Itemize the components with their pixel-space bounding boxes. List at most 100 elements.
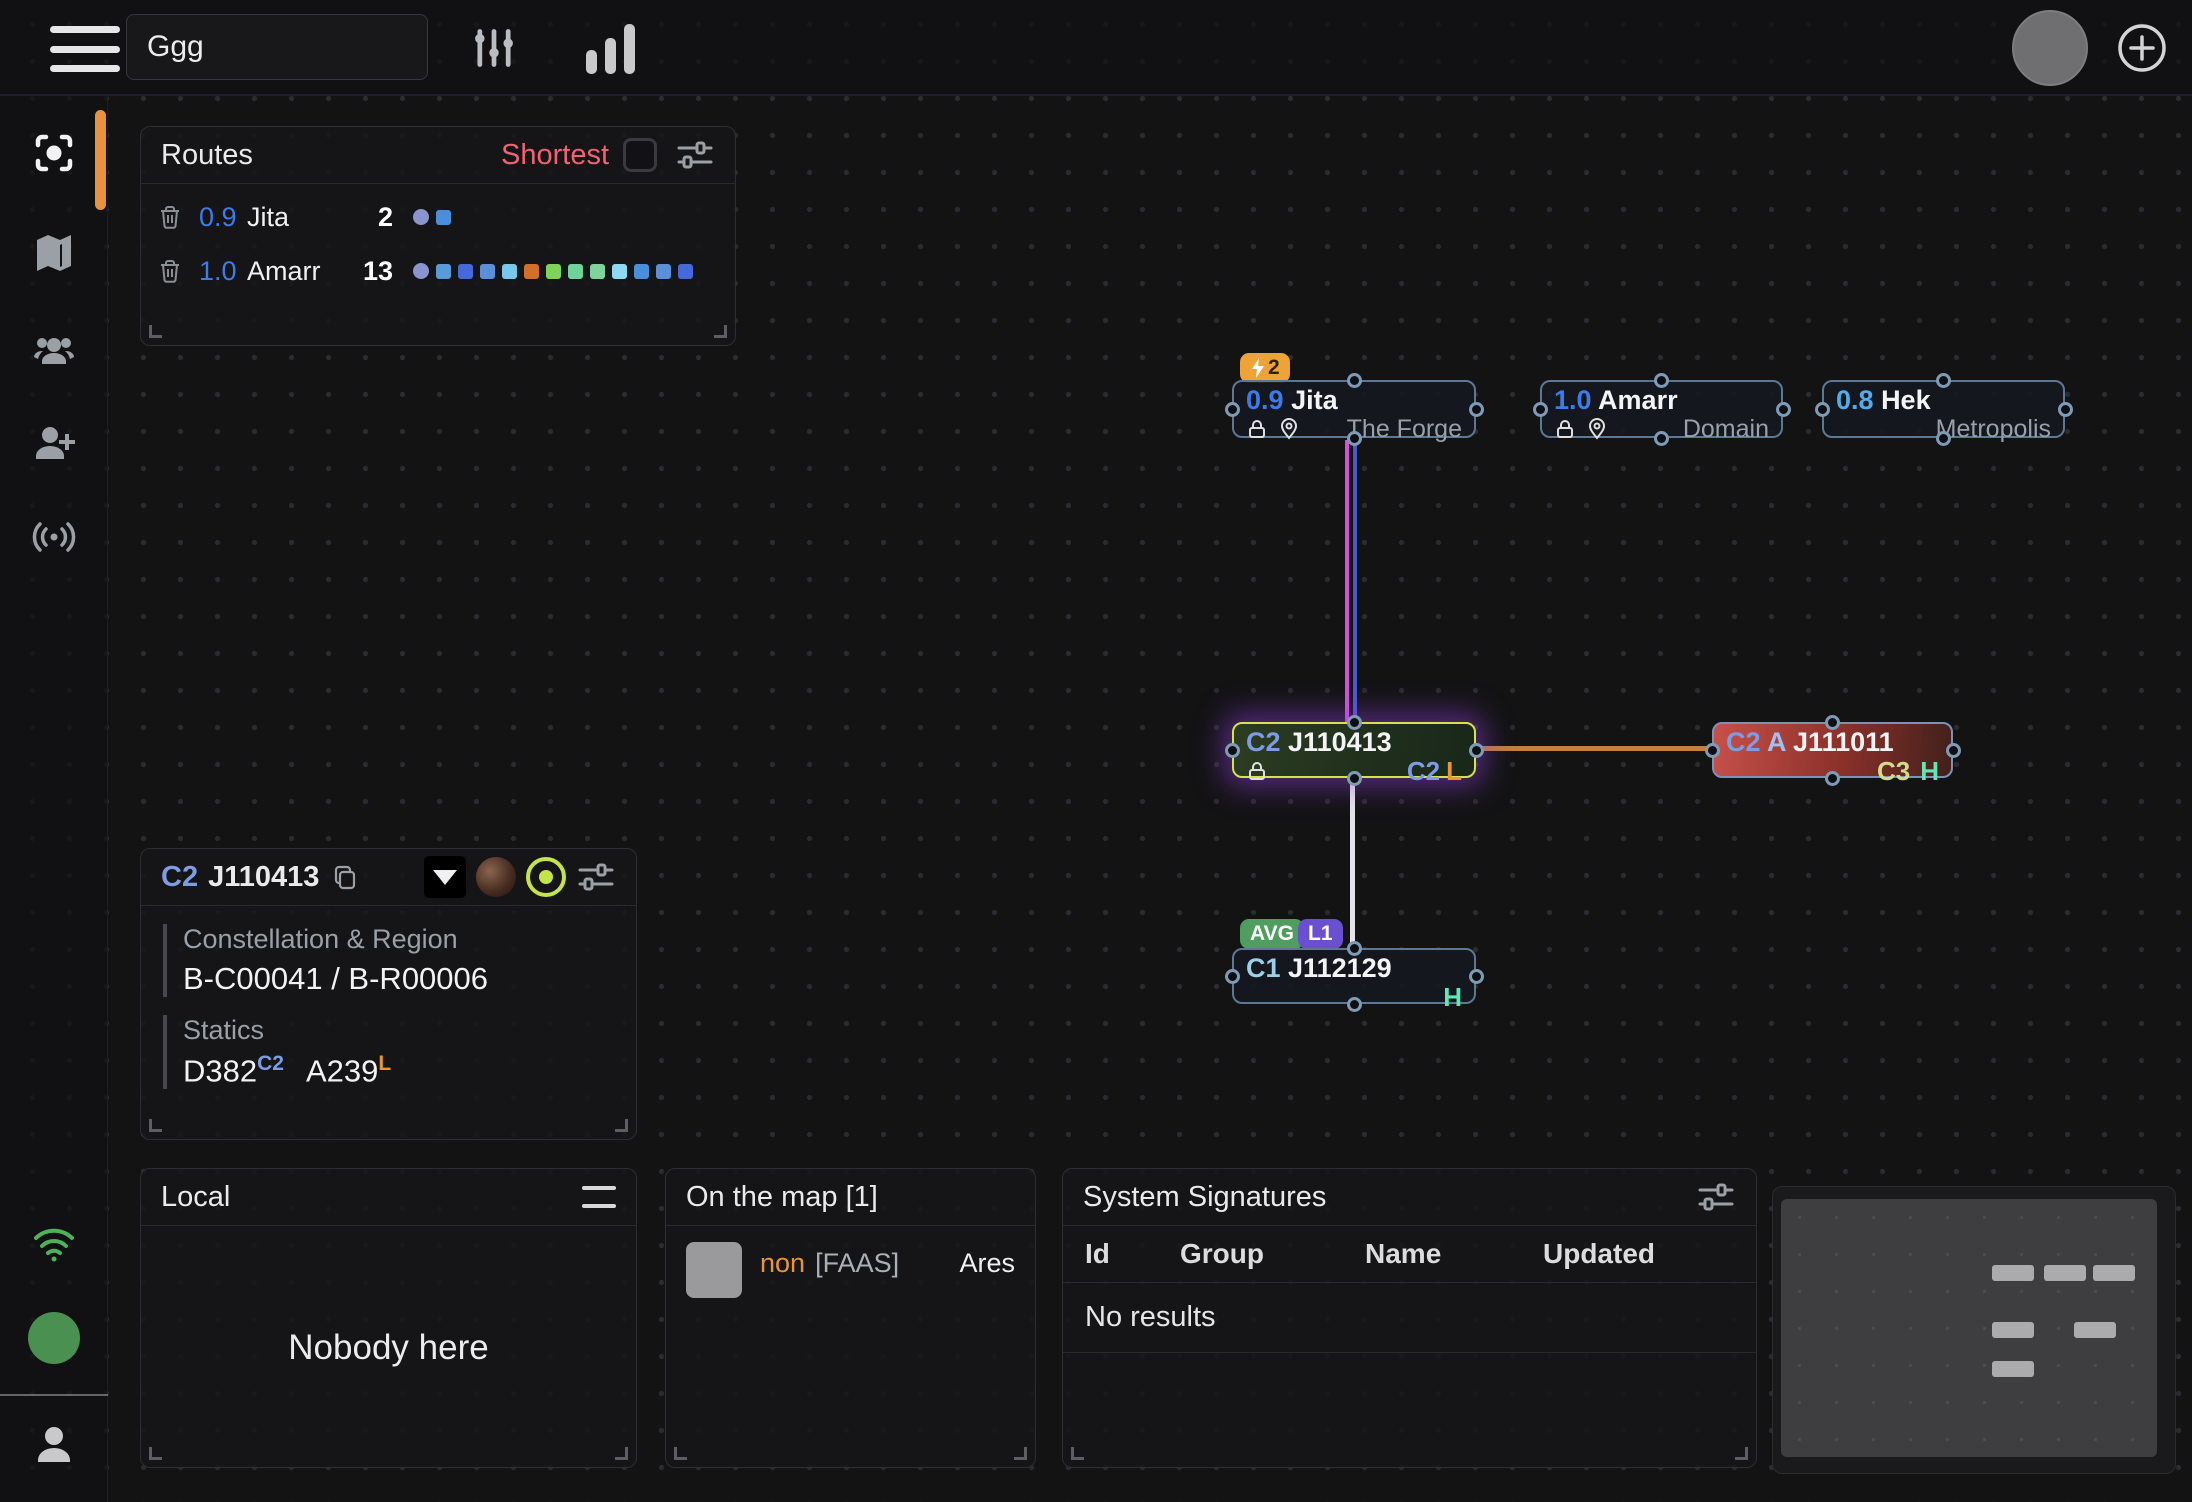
resize-handle[interactable]	[615, 1119, 628, 1132]
conn-handle[interactable]	[1347, 715, 1362, 730]
conn-handle[interactable]	[1654, 431, 1669, 446]
conn-handle[interactable]	[1469, 402, 1484, 417]
column-group[interactable]: Group	[1180, 1238, 1365, 1270]
resize-handle[interactable]	[149, 1447, 162, 1460]
resize-handle[interactable]	[149, 1119, 162, 1132]
pilot-row[interactable]: non [FAAS] Ares	[666, 1226, 1035, 1298]
shortest-toggle-label[interactable]: Shortest	[501, 139, 609, 172]
sort-direction-icon[interactable]	[424, 856, 466, 898]
map-select[interactable]: Ggg	[126, 14, 428, 80]
delete-route-icon[interactable]	[157, 258, 183, 284]
user-avatar[interactable]	[2012, 10, 2088, 86]
conn-handle[interactable]	[1776, 402, 1791, 417]
j112129-l1-badge: L1	[1298, 919, 1343, 949]
app-root: { "topbar": { "map_name": "Ggg" }, "rout…	[0, 0, 2192, 1502]
node-j112129[interactable]: C1 J112129 H	[1232, 948, 1476, 1004]
conn-handle[interactable]	[1946, 743, 1961, 758]
maps-icon[interactable]	[0, 230, 108, 276]
conn-handle[interactable]	[1936, 373, 1951, 388]
jita-region: The Forge	[1347, 415, 1462, 444]
connection-jita-j110413-blue[interactable]	[1353, 440, 1357, 722]
resize-handle[interactable]	[674, 1447, 687, 1460]
node-j110413[interactable]: C2 J110413 C2L	[1232, 722, 1476, 778]
routes-settings-icon[interactable]	[675, 135, 715, 175]
signatures-settings-icon[interactable]	[1696, 1177, 1736, 1217]
focus-system-icon[interactable]	[0, 130, 108, 176]
conn-handle[interactable]	[1225, 402, 1240, 417]
conn-handle[interactable]	[1825, 715, 1840, 730]
location-pin-icon	[1586, 418, 1608, 440]
j110413-static-dir: L	[1446, 756, 1462, 786]
local-menu-icon[interactable]	[582, 1186, 616, 1208]
signatures-column-headers: Id Group Name Updated	[1063, 1226, 1756, 1283]
conn-handle[interactable]	[1225, 743, 1240, 758]
system-effect-icon[interactable]	[526, 857, 566, 897]
conn-handle[interactable]	[1347, 373, 1362, 388]
activity-chart-icon[interactable]	[586, 24, 638, 74]
j112129-class: C1	[1246, 953, 1281, 983]
lock-icon	[1246, 760, 1268, 782]
route-systems-chips	[413, 209, 451, 225]
column-id[interactable]: Id	[1085, 1238, 1180, 1270]
pilot-corp-ticker: [FAAS]	[815, 1248, 899, 1279]
connection-j110413-j111011[interactable]	[1476, 746, 1712, 751]
local-panel: Local Nobody here	[140, 1168, 637, 1468]
broadcast-icon[interactable]	[0, 514, 108, 560]
system-signatures-panel: System Signatures Id Group Name Updated …	[1062, 1168, 1757, 1468]
column-name[interactable]: Name	[1365, 1238, 1543, 1270]
sysinfo-class: C2	[161, 861, 198, 894]
conn-handle[interactable]	[1705, 743, 1720, 758]
conn-handle[interactable]	[1347, 941, 1362, 956]
conn-handle[interactable]	[1936, 431, 1951, 446]
delete-route-icon[interactable]	[157, 204, 183, 230]
node-j111011[interactable]: C2 A J111011 C3H	[1712, 722, 1953, 778]
route-destination: Amarr	[247, 256, 353, 287]
map-settings-sliders-icon[interactable]	[468, 22, 520, 74]
amarr-region: Domain	[1683, 415, 1769, 444]
node-amarr[interactable]: 1.0 Amarr Domain	[1540, 380, 1783, 438]
conn-handle[interactable]	[1825, 771, 1840, 786]
connection-j110413-j112129[interactable]	[1350, 778, 1355, 948]
resize-handle[interactable]	[615, 1447, 628, 1460]
resize-handle[interactable]	[1735, 1447, 1748, 1460]
add-button[interactable]	[2116, 22, 2168, 74]
connection-jita-j110413-magenta[interactable]	[1345, 440, 1349, 722]
route-jump-count: 13	[353, 256, 393, 287]
resize-handle[interactable]	[1071, 1447, 1084, 1460]
conn-handle[interactable]	[1347, 431, 1362, 446]
column-updated[interactable]: Updated	[1543, 1238, 1655, 1270]
copy-icon[interactable]	[331, 863, 359, 891]
profile-icon[interactable]	[0, 1422, 108, 1468]
connection-status-wifi-icon	[0, 1220, 108, 1266]
conn-handle[interactable]	[1815, 402, 1830, 417]
shortest-checkbox[interactable]	[623, 138, 657, 172]
minimap-viewport[interactable]	[1781, 1199, 2157, 1457]
routes-title: Routes	[161, 139, 253, 172]
conn-handle[interactable]	[1533, 402, 1548, 417]
conn-handle[interactable]	[2058, 402, 2073, 417]
resize-handle[interactable]	[714, 325, 727, 338]
conn-handle[interactable]	[1469, 969, 1484, 984]
conn-handle[interactable]	[1347, 997, 1362, 1012]
characters-icon[interactable]	[0, 328, 108, 374]
amarr-security: 1.0	[1554, 385, 1592, 415]
conn-handle[interactable]	[1469, 743, 1484, 758]
hamburger-menu-icon[interactable]	[50, 26, 120, 72]
sysinfo-settings-icon[interactable]	[576, 857, 616, 897]
route-row-amarr[interactable]: 1.0 Amarr 13	[141, 250, 735, 292]
resize-handle[interactable]	[149, 325, 162, 338]
minimap-widget[interactable]	[1772, 1186, 2176, 1474]
j111011-class: C2	[1726, 727, 1761, 757]
system-portrait-icon[interactable]	[476, 857, 516, 897]
resize-handle[interactable]	[1014, 1447, 1027, 1460]
lock-icon	[1246, 418, 1268, 440]
conn-handle[interactable]	[1654, 373, 1669, 388]
conn-handle[interactable]	[1347, 771, 1362, 786]
sidebar-divider	[0, 1394, 108, 1396]
node-hek[interactable]: 0.8 Hek Metropolis	[1822, 380, 2065, 438]
route-row-jita[interactable]: 0.9 Jita 2	[141, 196, 735, 238]
add-character-icon[interactable]	[0, 420, 108, 466]
node-jita[interactable]: 0.9 Jita The Forge	[1232, 380, 1476, 438]
jita-name: Jita	[1291, 385, 1338, 415]
conn-handle[interactable]	[1225, 969, 1240, 984]
